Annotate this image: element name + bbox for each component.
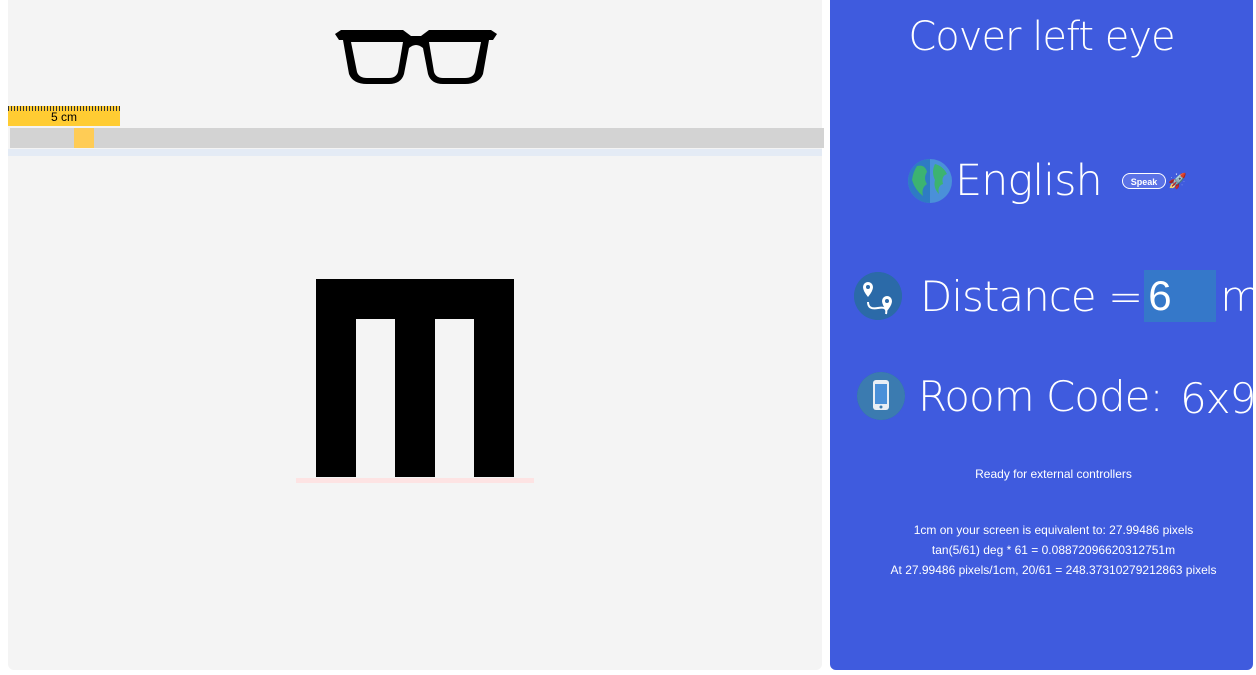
language-row: English Speak 🚀 bbox=[907, 156, 1187, 206]
speak-button[interactable]: Speak bbox=[1121, 173, 1167, 189]
map-pin-route-icon bbox=[854, 272, 902, 320]
smartphone-icon bbox=[857, 372, 905, 420]
info-line: At 27.99486 pixels/1cm, 20/61 = 248.3731… bbox=[890, 563, 1217, 577]
rocket-icon[interactable]: 🚀 bbox=[1168, 172, 1187, 190]
room-code-row: Room Code: bbox=[857, 370, 1164, 422]
instruction-title: Cover left eye bbox=[908, 14, 1175, 60]
optotype-letter: m bbox=[316, 279, 514, 477]
globe-icon bbox=[908, 159, 952, 203]
info-line: 1cm on your screen is equivalent to: 27.… bbox=[913, 523, 1194, 537]
calibration-info: 1cm on your screen is equivalent to: 27.… bbox=[830, 520, 1256, 580]
room-code-value: 6x9 bbox=[1180, 374, 1256, 423]
ruler-ticks bbox=[8, 106, 120, 111]
distance-row: Distance = m bbox=[854, 268, 1256, 324]
distance-label: Distance = bbox=[920, 271, 1143, 321]
info-line: tan(5/61) deg * 61 = 0.08872096620312751… bbox=[931, 543, 1176, 557]
distance-unit: m bbox=[1220, 271, 1256, 321]
room-code-label: Room Code: bbox=[918, 371, 1164, 421]
ruler-label: 5 cm bbox=[50, 110, 77, 124]
controller-status: Ready for external controllers bbox=[975, 467, 1132, 481]
language-label[interactable]: English bbox=[955, 156, 1103, 206]
ruler-calibration[interactable]: 5 cm bbox=[8, 106, 120, 126]
distance-input[interactable] bbox=[1144, 270, 1217, 322]
control-panel: Cover left eye English Speak 🚀 Distance bbox=[830, 0, 1256, 670]
optotype-baseline bbox=[296, 478, 534, 483]
glasses-icon bbox=[335, 30, 497, 84]
size-slider[interactable] bbox=[10, 128, 824, 148]
slider-thumb[interactable] bbox=[74, 128, 94, 148]
slider-underline bbox=[8, 149, 822, 156]
app-stage: 5 cm m Cover left eye English Speak � bbox=[0, 0, 1256, 675]
chart-display-area: 5 cm m bbox=[8, 0, 824, 670]
